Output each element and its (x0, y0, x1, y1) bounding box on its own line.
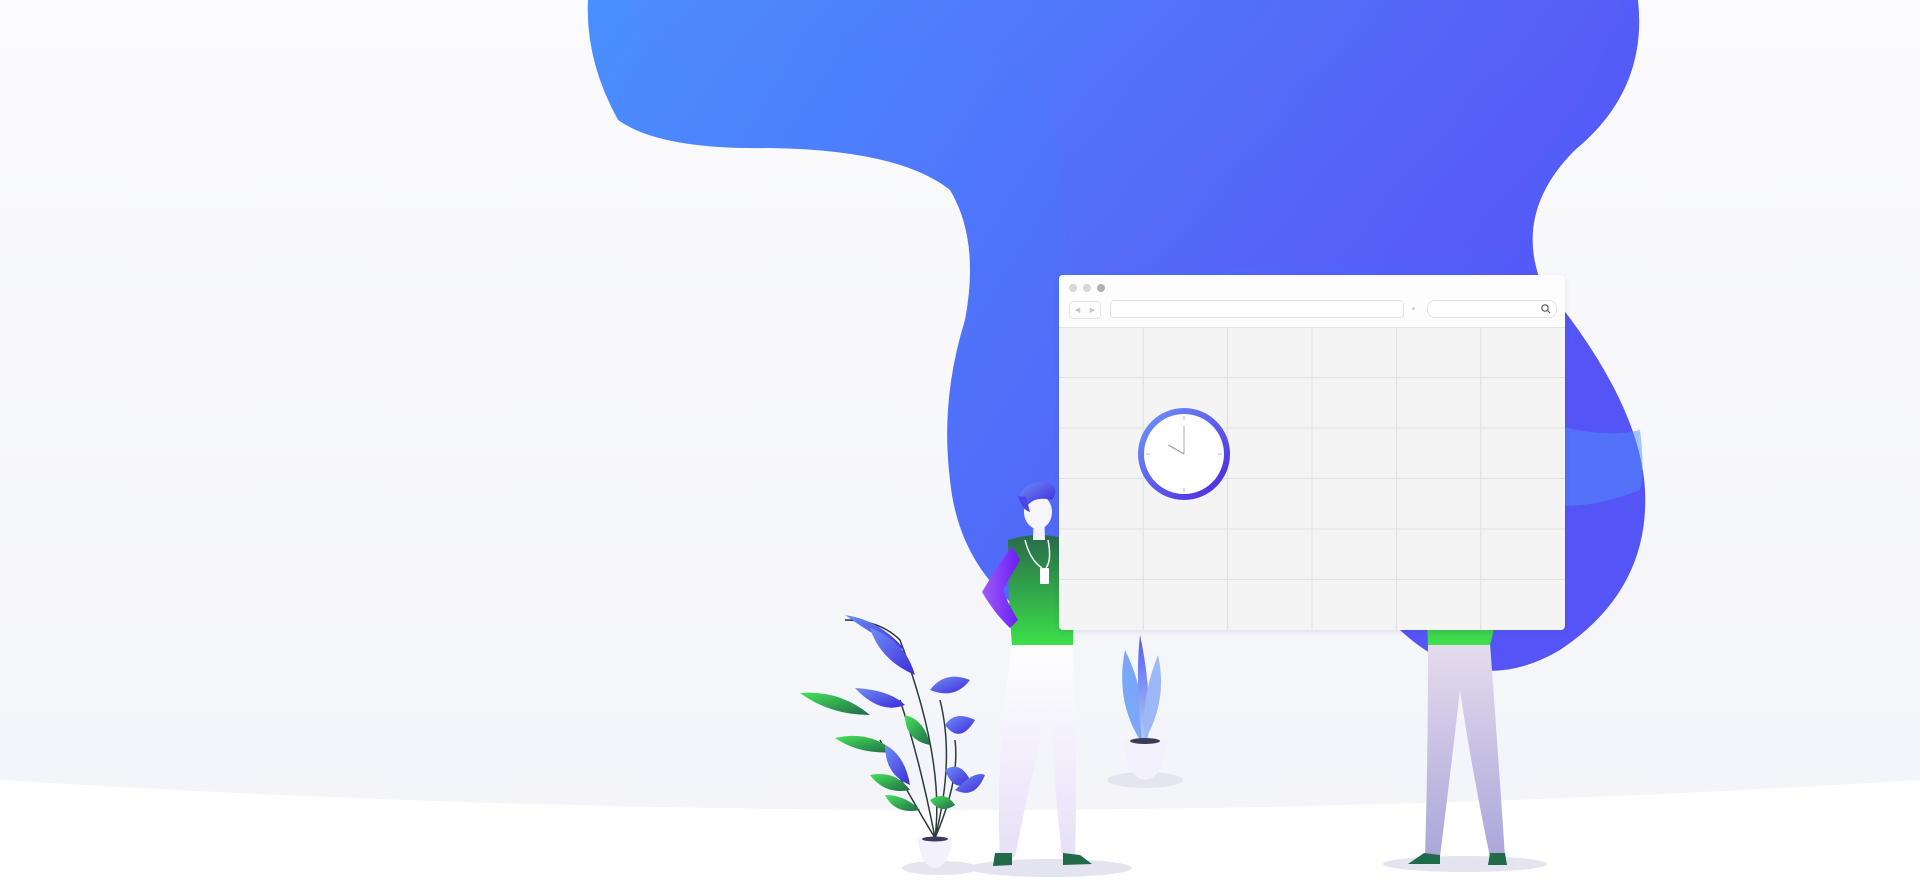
search-input[interactable] (1427, 300, 1557, 318)
illustration-scene (0, 0, 1920, 881)
wall-clock (1138, 408, 1230, 500)
browser-window: ◀ ▶ (1059, 275, 1565, 630)
search-icon[interactable] (1540, 303, 1552, 315)
browser-nav-buttons: ◀ ▶ (1069, 301, 1101, 319)
window-minimize-dot[interactable] (1083, 284, 1091, 292)
toolbar-separator (1412, 307, 1415, 310)
address-bar[interactable] (1110, 300, 1404, 318)
small-potted-plant (1107, 635, 1183, 788)
browser-titlebar: ◀ ▶ (1059, 275, 1565, 328)
window-maximize-dot[interactable] (1097, 284, 1105, 292)
calendar-grid (1059, 327, 1565, 630)
window-close-dot[interactable] (1069, 284, 1077, 292)
back-icon[interactable]: ◀ (1070, 302, 1085, 318)
forward-icon[interactable]: ▶ (1085, 302, 1100, 318)
